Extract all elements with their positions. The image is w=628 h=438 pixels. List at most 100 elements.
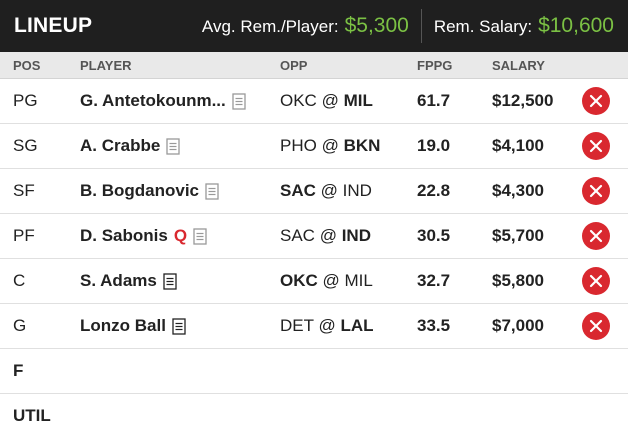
empty-lineup-slot[interactable]: F — [0, 349, 628, 394]
player-name-cell[interactable]: G. Antetokounm... — [80, 91, 246, 111]
player-salary: $7,000 — [492, 316, 544, 335]
away-team: SAC — [280, 226, 315, 245]
remove-player-button[interactable] — [582, 177, 610, 205]
player-name-cell[interactable]: A. Crabbe — [80, 136, 180, 156]
lineup-row[interactable]: SG A. Crabbe PHO @ BKN 19.0 $4,100 — [0, 124, 628, 169]
row-position: UTIL — [13, 406, 51, 425]
away-team: OKC — [280, 271, 318, 290]
player-name-cell[interactable]: S. Adams — [80, 271, 177, 291]
remaining-salary-label: Rem. Salary: — [433, 17, 533, 36]
matchup-at: @ — [322, 271, 340, 290]
player-name-cell[interactable]: D. Sabonis Q — [80, 226, 207, 246]
column-header-salary[interactable]: SALARY — [492, 58, 545, 73]
player-note-icon[interactable] — [163, 272, 177, 290]
row-position: F — [13, 361, 24, 380]
player-name-cell[interactable]: Lonzo Ball — [80, 316, 186, 336]
player-fppg: 33.5 — [417, 316, 451, 335]
player-fppg: 19.0 — [417, 136, 451, 155]
away-team: SAC — [280, 181, 316, 200]
player-name[interactable]: B. Bogdanovic — [80, 181, 199, 201]
row-position: PF — [13, 226, 35, 245]
player-note-icon[interactable] — [205, 182, 219, 200]
matchup-at: @ — [318, 316, 336, 335]
remove-player-icon — [583, 88, 609, 114]
column-header-opp[interactable]: OPP — [280, 58, 307, 73]
lineup-row[interactable]: C S. Adams OKC @ MIL 32.7 $5,800 — [0, 259, 628, 304]
opponent-matchup: OKC @ MIL — [280, 91, 373, 111]
player-note-icon[interactable] — [172, 317, 186, 335]
remaining-salary: Rem. Salary: $10,600 — [434, 14, 614, 38]
away-team: OKC — [280, 91, 317, 110]
injury-status: Q — [173, 226, 188, 245]
player-note-icon[interactable] — [232, 92, 246, 110]
player-salary: $4,100 — [492, 136, 544, 155]
player-salary: $5,700 — [492, 226, 544, 245]
player-note-icon[interactable] — [166, 137, 180, 155]
lineup-row[interactable]: G Lonzo Ball DET @ LAL 33.5 $7,000 — [0, 304, 628, 349]
matchup-at: @ — [321, 136, 339, 155]
opponent-matchup: OKC @ MIL — [280, 271, 373, 291]
player-name[interactable]: D. Sabonis — [80, 226, 168, 246]
lineup-row[interactable]: PF D. Sabonis Q SAC @ IND 30.5 $5,700 — [0, 214, 628, 259]
player-fppg: 22.8 — [417, 181, 451, 200]
player-name-cell[interactable]: B. Bogdanovic — [80, 181, 219, 201]
home-team: IND — [342, 181, 372, 200]
row-position: SG — [13, 136, 38, 155]
column-headers: POS PLAYER OPP FPPG SALARY — [0, 52, 628, 79]
lineup-row[interactable]: PG G. Antetokounm... OKC @ MIL 61.7 $12,500 — [0, 79, 628, 124]
matchup-at: @ — [320, 181, 338, 200]
remove-player-button[interactable] — [582, 267, 610, 295]
opponent-matchup: PHO @ BKN — [280, 136, 380, 156]
lineup-title: LINEUP — [14, 14, 93, 37]
column-header-pos[interactable]: POS — [13, 58, 40, 73]
away-team: PHO — [280, 136, 317, 155]
remove-player-icon — [583, 133, 609, 159]
remove-player-button[interactable] — [582, 132, 610, 160]
remaining-salary-value: $10,600 — [538, 14, 614, 37]
lineup-row[interactable]: SF B. Bogdanovic SAC @ IND 22.8 $4,300 — [0, 169, 628, 214]
empty-lineup-slot[interactable]: UTIL — [0, 394, 628, 438]
player-salary: $5,800 — [492, 271, 544, 290]
home-team: LAL — [340, 316, 374, 335]
column-header-player[interactable]: PLAYER — [80, 58, 132, 73]
opponent-matchup: SAC @ IND — [280, 181, 372, 201]
avg-remaining-per-player: Avg. Rem./Player: $5,300 — [202, 14, 409, 38]
player-name[interactable]: S. Adams — [80, 271, 157, 291]
home-team: MIL — [343, 91, 373, 110]
remove-player-icon — [583, 178, 609, 204]
row-position: SF — [13, 181, 35, 200]
player-fppg: 32.7 — [417, 271, 451, 290]
remove-player-button[interactable] — [582, 222, 610, 250]
lineup-rows: PG G. Antetokounm... OKC @ MIL 61.7 $12,500 S… — [0, 79, 628, 438]
lineup-header: LINEUP Avg. Rem./Player: $5,300 Rem. Sal… — [0, 0, 628, 52]
avg-remaining-label: Avg. Rem./Player: — [201, 17, 339, 36]
opponent-matchup: DET @ LAL — [280, 316, 373, 336]
matchup-at: @ — [319, 226, 337, 245]
column-header-fppg[interactable]: FPPG — [417, 58, 452, 73]
home-team: MIL — [344, 271, 373, 290]
remove-player-button[interactable] — [582, 87, 610, 115]
home-team: BKN — [343, 136, 381, 155]
opponent-matchup: SAC @ IND — [280, 226, 371, 246]
away-team: DET — [280, 316, 314, 335]
remove-player-icon — [583, 223, 609, 249]
remove-player-icon — [583, 268, 609, 294]
row-position: C — [13, 271, 26, 290]
remove-player-button[interactable] — [582, 312, 610, 340]
player-name[interactable]: G. Antetokounm... — [80, 91, 226, 111]
row-position: PG — [13, 91, 38, 110]
player-salary: $12,500 — [492, 91, 554, 110]
header-divider — [420, 9, 422, 43]
row-position: G — [13, 316, 27, 335]
player-name[interactable]: Lonzo Ball — [80, 316, 166, 336]
lineup-panel: LINEUP Avg. Rem./Player: $5,300 Rem. Sal… — [0, 0, 628, 438]
remove-player-icon — [583, 313, 609, 339]
home-team: IND — [341, 226, 371, 245]
player-name[interactable]: A. Crabbe — [80, 136, 160, 156]
player-fppg: 30.5 — [417, 226, 451, 245]
player-note-icon[interactable] — [193, 227, 207, 245]
avg-remaining-value: $5,300 — [344, 14, 409, 37]
matchup-at: @ — [321, 91, 339, 110]
player-fppg: 61.7 — [417, 91, 451, 110]
player-salary: $4,300 — [492, 181, 544, 200]
